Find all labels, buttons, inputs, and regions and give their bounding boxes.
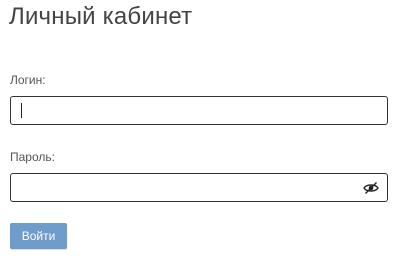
login-button[interactable]: Войти: [10, 223, 67, 249]
login-input[interactable]: [11, 97, 351, 124]
login-label: Логин:: [10, 73, 46, 87]
password-label: Пароль:: [10, 150, 55, 164]
login-field-wrapper: [10, 96, 388, 125]
password-field-wrapper: [10, 173, 388, 202]
text-caret: [21, 103, 22, 118]
eye-slash-icon-svg: [363, 182, 379, 194]
login-page: Личный кабинет Логин: Пароль: Войти: [0, 0, 400, 258]
password-input[interactable]: [11, 174, 351, 201]
eye-slash-icon[interactable]: [363, 181, 379, 195]
page-title: Личный кабинет: [9, 3, 193, 30]
